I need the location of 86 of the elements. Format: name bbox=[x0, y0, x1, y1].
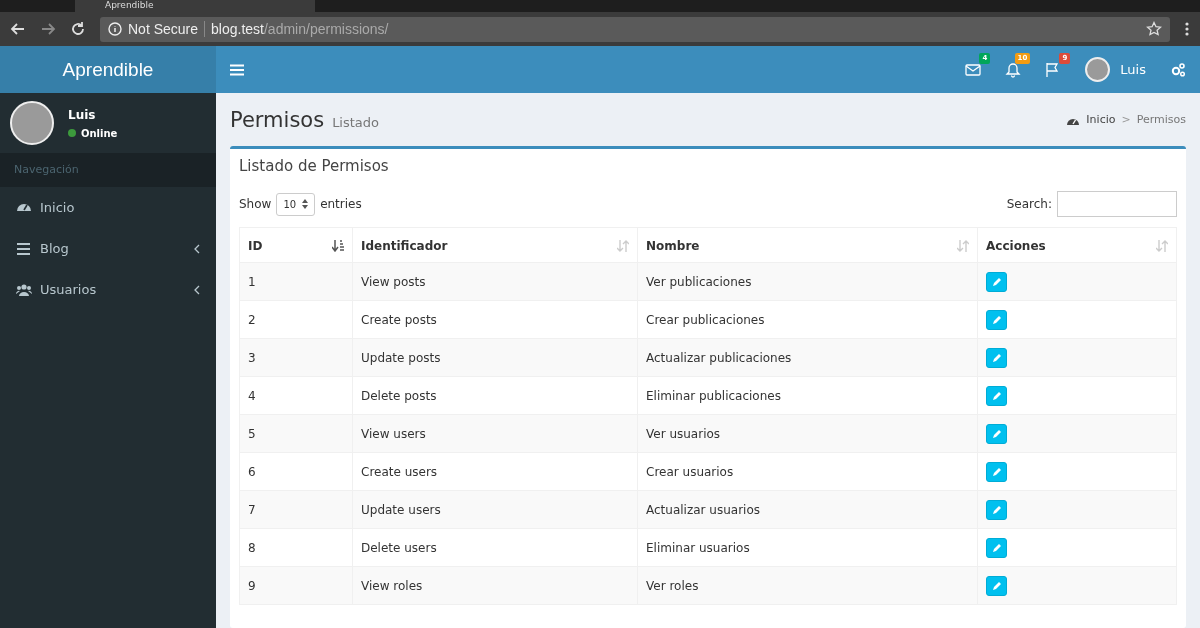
table-cell: 4 bbox=[239, 376, 353, 415]
address-bar[interactable]: Not Secure blog.test/admin/permissions/ bbox=[100, 16, 1170, 42]
pencil-icon bbox=[991, 314, 1002, 325]
status-text: Online bbox=[81, 127, 118, 139]
table-cell: View users bbox=[352, 414, 638, 453]
pencil-icon bbox=[991, 504, 1002, 515]
pencil-icon bbox=[991, 276, 1002, 287]
table-cell: Ver publicaciones bbox=[637, 262, 978, 301]
edit-button[interactable] bbox=[986, 385, 1007, 406]
page-subtitle: Listado bbox=[332, 114, 380, 130]
table-cell: Ver roles bbox=[637, 566, 978, 605]
sidebar-item[interactable]: Blog bbox=[0, 228, 216, 269]
pencil-icon bbox=[991, 390, 1002, 401]
browser-tab[interactable]: Aprendible bbox=[75, 0, 315, 12]
updown-icon bbox=[302, 199, 309, 209]
table-cell: View roles bbox=[352, 566, 638, 605]
pencil-icon bbox=[991, 542, 1002, 553]
table-cell: Create users bbox=[352, 452, 638, 491]
breadcrumb-separator: > bbox=[1121, 113, 1131, 126]
table-cell: Crear publicaciones bbox=[637, 300, 978, 339]
table-cell: Eliminar usuarios bbox=[637, 528, 978, 567]
table-cell: 5 bbox=[239, 414, 353, 453]
table-cell: 8 bbox=[239, 528, 353, 567]
mail-icon bbox=[965, 61, 982, 78]
table-cell: Actualizar publicaciones bbox=[637, 338, 978, 377]
column-header[interactable]: Acciones bbox=[977, 227, 1177, 263]
pencil-icon bbox=[991, 466, 1002, 477]
panel-title: Listado de Permisos bbox=[239, 156, 390, 177]
avatar bbox=[10, 101, 54, 145]
star-icon[interactable] bbox=[1146, 21, 1162, 37]
table-cell: Update users bbox=[352, 490, 638, 529]
section-header: Navegación bbox=[0, 153, 216, 187]
entries-label: entries bbox=[320, 197, 362, 211]
gears-icon[interactable] bbox=[1170, 61, 1186, 78]
table-cell: Actualizar usuarios bbox=[637, 490, 978, 529]
bell-icon bbox=[1005, 61, 1022, 78]
forward-icon[interactable] bbox=[40, 21, 56, 37]
user-name: Luis bbox=[68, 107, 97, 122]
status-dot bbox=[68, 129, 76, 137]
user-menu[interactable]: Luis bbox=[1085, 57, 1146, 82]
sidebar-item[interactable]: Inicio bbox=[0, 187, 216, 228]
reload-icon[interactable] bbox=[70, 21, 86, 37]
table-cell: 1 bbox=[239, 262, 353, 301]
table-cell: Delete posts bbox=[352, 376, 638, 415]
edit-button[interactable] bbox=[986, 423, 1007, 444]
column-header[interactable]: Nombre bbox=[637, 227, 978, 263]
edit-button[interactable] bbox=[986, 537, 1007, 558]
search-field[interactable] bbox=[1057, 191, 1177, 217]
page-size-select[interactable]: 10 bbox=[276, 192, 316, 216]
avatar bbox=[1085, 57, 1111, 82]
table-cell: Crear usuarios bbox=[637, 452, 978, 491]
pencil-icon bbox=[991, 352, 1002, 363]
back-icon[interactable] bbox=[10, 21, 26, 37]
table-cell: 9 bbox=[239, 566, 353, 605]
table-cell: Create posts bbox=[352, 300, 638, 339]
table-cell: Eliminar publicaciones bbox=[637, 376, 978, 415]
pencil-icon bbox=[991, 428, 1002, 439]
search-label: Search: bbox=[1006, 197, 1052, 211]
table-cell: Delete users bbox=[352, 528, 638, 567]
breadcrumb-link[interactable]: Inicio bbox=[1086, 113, 1116, 126]
sidebar-item[interactable]: Usuarios bbox=[0, 269, 216, 310]
edit-button[interactable] bbox=[986, 461, 1007, 482]
more-icon[interactable] bbox=[1184, 21, 1190, 37]
column-header[interactable]: ID bbox=[239, 227, 353, 263]
table-cell: 6 bbox=[239, 452, 353, 491]
table-cell: 2 bbox=[239, 300, 353, 339]
menu-icon[interactable] bbox=[230, 63, 244, 76]
edit-button[interactable] bbox=[986, 347, 1007, 368]
edit-button[interactable] bbox=[986, 575, 1007, 596]
table-cell: Update posts bbox=[352, 338, 638, 377]
info-icon bbox=[108, 22, 122, 36]
table-cell: 3 bbox=[239, 338, 353, 377]
pencil-icon bbox=[991, 580, 1002, 591]
show-label: Show bbox=[239, 197, 272, 211]
table-cell: Ver usuarios bbox=[637, 414, 978, 453]
table-cell: 7 bbox=[239, 490, 353, 529]
list-icon bbox=[16, 240, 32, 257]
users-icon bbox=[16, 281, 32, 298]
edit-button[interactable] bbox=[986, 499, 1007, 520]
breadcrumb-current: Permisos bbox=[1136, 113, 1186, 126]
table-cell: View posts bbox=[352, 262, 638, 301]
column-header[interactable]: Identificador bbox=[352, 227, 638, 263]
logo[interactable]: Aprendible bbox=[0, 46, 216, 93]
edit-button[interactable] bbox=[986, 309, 1007, 330]
page-title: Permisos bbox=[230, 107, 325, 132]
edit-button[interactable] bbox=[986, 271, 1007, 292]
